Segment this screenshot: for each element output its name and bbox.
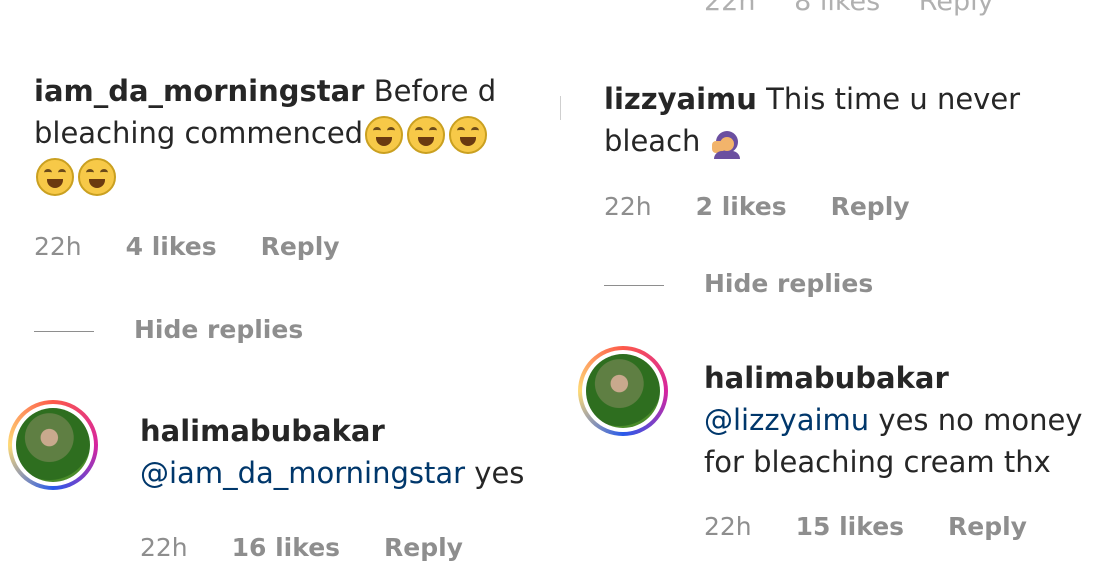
- reply-mention[interactable]: @iam_da_morningstar: [140, 456, 465, 490]
- reply-text-line1: yes no money: [869, 403, 1083, 437]
- hide-replies-line: [604, 284, 664, 286]
- reply-meta: 22h 16 likes Reply: [140, 533, 499, 562]
- comment-reply-link[interactable]: Reply: [261, 232, 340, 261]
- previous-reply-link[interactable]: Reply: [919, 0, 994, 17]
- comment-reply-link[interactable]: Reply: [831, 192, 910, 221]
- comment-text-line2: bleaching commenced: [34, 116, 364, 150]
- avatar-halimabubakar[interactable]: [8, 400, 98, 490]
- reply-likes[interactable]: 16 likes: [232, 533, 340, 562]
- reply-halimabubakar-left: halimabubakar @iam_da_morningstar yes: [140, 410, 560, 494]
- column-divider: [560, 96, 561, 120]
- previous-time: 22h: [704, 0, 756, 17]
- previous-likes[interactable]: 8 likes: [794, 0, 880, 17]
- comment-text-line1: Before d: [373, 74, 497, 108]
- avatar-halimabubakar[interactable]: [578, 346, 668, 436]
- hide-replies-label: Hide replies: [704, 269, 874, 298]
- reply-mention[interactable]: @lizzyaimu: [704, 403, 869, 437]
- comment-time: 22h: [604, 192, 652, 221]
- reply-reply-link[interactable]: Reply: [384, 533, 463, 562]
- reply-meta: 22h 15 likes Reply: [704, 512, 1063, 541]
- face-with-tears-of-joy-icon: [78, 158, 116, 196]
- avatar-photo: [586, 354, 660, 428]
- hide-replies-button[interactable]: Hide replies: [604, 269, 873, 298]
- avatar-photo: [16, 408, 90, 482]
- reply-text-line2: for bleaching cream thx: [704, 445, 1051, 479]
- comment-username[interactable]: lizzyaimu: [604, 82, 757, 116]
- comment-likes[interactable]: 4 likes: [126, 232, 217, 261]
- face-with-tears-of-joy-icon: [36, 158, 74, 196]
- reply-text: yes: [465, 456, 525, 490]
- reply-reply-link[interactable]: Reply: [948, 512, 1027, 541]
- hide-replies-label: Hide replies: [134, 315, 304, 344]
- face-with-tears-of-joy-icon: [365, 116, 404, 154]
- comment-username[interactable]: iam_da_morningstar: [34, 74, 364, 108]
- face-with-tears-of-joy-icon: [407, 116, 446, 154]
- comment-time: 22h: [34, 232, 82, 261]
- comment-likes[interactable]: 2 likes: [696, 192, 787, 221]
- hide-replies-button[interactable]: Hide replies: [34, 315, 303, 344]
- person-facepalming-icon: [710, 127, 742, 159]
- comment-lizzyaimu: lizzyaimu This time u never bleach: [604, 78, 1104, 162]
- comment-iam-da-morningstar: iam_da_morningstar Before d bleaching co…: [34, 70, 554, 196]
- face-with-tears-of-joy-icon: [449, 116, 488, 154]
- previous-comment-meta: 22h 8 likes Reply: [704, 0, 994, 17]
- reply-time: 22h: [140, 533, 188, 562]
- hide-replies-line: [34, 330, 94, 332]
- reply-likes[interactable]: 15 likes: [796, 512, 904, 541]
- comment-text-line1: This time u never: [766, 82, 1021, 116]
- comment-meta: 22h 2 likes Reply: [604, 192, 946, 221]
- reply-time: 22h: [704, 512, 752, 541]
- reply-username[interactable]: halimabubakar: [140, 414, 385, 448]
- reply-halimabubakar-right: halimabubakar @lizzyaimu yes no money fo…: [704, 357, 1104, 483]
- reply-username[interactable]: halimabubakar: [704, 361, 949, 395]
- comment-meta: 22h 4 likes Reply: [34, 232, 376, 261]
- comment-text-line2: bleach: [604, 124, 701, 158]
